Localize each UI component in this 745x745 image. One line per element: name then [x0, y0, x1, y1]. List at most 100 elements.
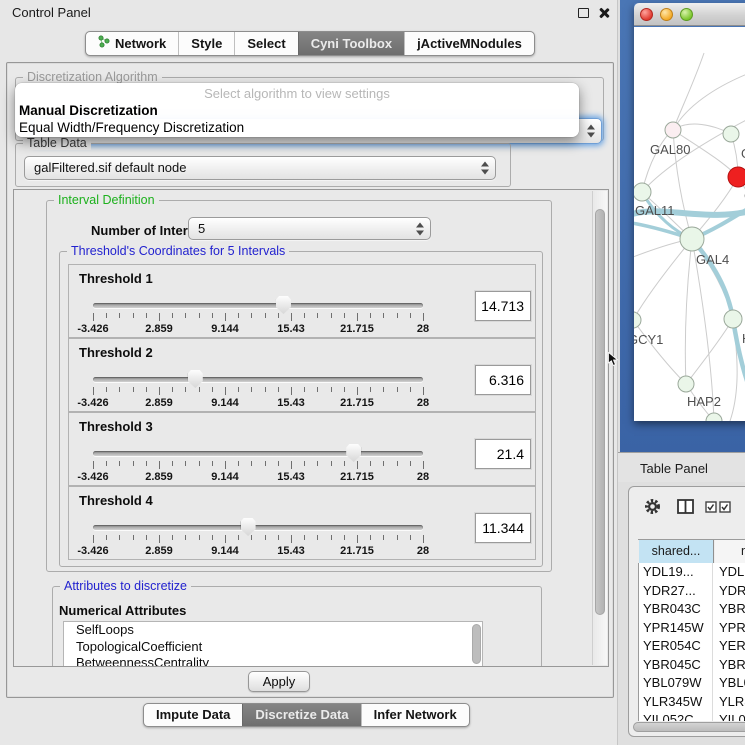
panel-title: Control Panel: [12, 5, 91, 20]
slider-thumb[interactable]: [188, 370, 203, 388]
apply-button[interactable]: Apply: [248, 671, 310, 692]
slider-tick: [251, 535, 252, 540]
window-minimize-button[interactable]: [660, 8, 673, 21]
num-intervals-combobox[interactable]: 5: [188, 217, 431, 240]
cell-shared-name: YER054C: [643, 637, 713, 656]
network-node-gal80[interactable]: [665, 122, 681, 138]
algorithm-option-equal-width-frequency-discretization[interactable]: Equal Width/Frequency Discretization: [18, 119, 576, 136]
cell-shared-name: YDR27...: [643, 582, 713, 601]
tab-network[interactable]: Network: [86, 32, 178, 55]
combo-arrows-icon: [481, 162, 489, 175]
threshold-value-field[interactable]: 21.4: [475, 439, 531, 469]
gear-icon[interactable]: [643, 497, 662, 516]
column-header-shared-name[interactable]: shared...: [639, 540, 714, 564]
network-node-h[interactable]: [724, 310, 742, 328]
slider-tick-label: 15.43: [265, 397, 317, 409]
split-columns-icon[interactable]: [677, 499, 694, 514]
table-row[interactable]: YBR043CYBR0: [639, 600, 745, 619]
attribute-item-selfloops[interactable]: SelfLoops: [64, 622, 482, 639]
table-row[interactable]: YPR145WYPR1: [639, 619, 745, 638]
settings-scrollbar-thumb[interactable]: [595, 209, 605, 615]
network-node-gal11[interactable]: [634, 183, 651, 201]
cell-shared-name: YIL052C: [643, 711, 713, 721]
column-header-name[interactable]: n: [715, 540, 745, 564]
window-close-button[interactable]: [640, 8, 653, 21]
threshold-value-field[interactable]: 11.344: [475, 513, 531, 543]
slider-tick-label: 2.859: [133, 323, 185, 335]
slider-track[interactable]: [93, 303, 423, 308]
slider-tick: [397, 313, 398, 318]
slider-tick: [423, 461, 424, 469]
window-zoom-button[interactable]: [680, 8, 693, 21]
threshold-slider-3[interactable]: -3.4262.8599.14415.4321.71528: [93, 413, 423, 487]
table-hscrollbar[interactable]: [633, 721, 745, 733]
algorithm-option-manual-discretization[interactable]: Manual Discretization: [18, 102, 576, 119]
attribute-item-topologicalcoefficient[interactable]: TopologicalCoefficient: [64, 639, 482, 656]
slider-tick: [199, 313, 200, 318]
slider-thumb[interactable]: [276, 296, 291, 314]
table-data-group: Table Data galFiltered.sif default node: [15, 143, 511, 187]
slider-thumb[interactable]: [346, 444, 361, 462]
table-panel-title: Table Panel: [640, 461, 708, 476]
float-panel-icon[interactable]: [578, 8, 589, 18]
slider-track[interactable]: [93, 377, 423, 382]
threshold-slider-4[interactable]: -3.4262.8599.14415.4321.71528: [93, 487, 423, 561]
network-node-gal4[interactable]: [680, 227, 704, 251]
node-label: GAL4: [696, 252, 729, 267]
network-canvas[interactable]: GAL80GACGAL11GAL4GCY1HHAP2: [634, 27, 745, 421]
slider-tick: [291, 461, 292, 469]
slider-tick: [357, 313, 358, 321]
table-row[interactable]: YIL052CYIL0: [639, 711, 745, 721]
slider-tick: [410, 313, 411, 318]
mode-tab-discretize-data[interactable]: Discretize Data: [242, 704, 360, 726]
network-thick-edges: [634, 192, 745, 399]
table-row[interactable]: YDL19...YDL1: [639, 563, 745, 582]
close-panel-icon[interactable]: [598, 7, 610, 19]
threshold-value-field[interactable]: 14.713: [475, 291, 531, 321]
threshold-value-field[interactable]: 6.316: [475, 365, 531, 395]
numerical-attributes-list[interactable]: SelfLoopsTopologicalCoefficientBetweenne…: [63, 621, 483, 667]
table-row[interactable]: YBR045CYBR0: [639, 656, 745, 675]
tab-cyni-toolbox[interactable]: Cyni Toolbox: [298, 32, 404, 55]
mode-tab-infer-network[interactable]: Infer Network: [361, 704, 469, 726]
mode-tab-impute-data[interactable]: Impute Data: [144, 704, 242, 726]
tab-jactivemnodules[interactable]: jActiveMNodules: [404, 32, 534, 55]
network-node-hap2[interactable]: [678, 376, 694, 392]
control-panel-titlebar: Control Panel: [0, 0, 617, 24]
slider-tick-label: 9.144: [199, 397, 251, 409]
slider-tick: [119, 535, 120, 540]
network-window: GAL80GACGAL11GAL4GCY1HHAP2: [634, 3, 745, 420]
slider-tick-label: -3.426: [67, 471, 119, 483]
slider-tick-label: 15.43: [265, 471, 317, 483]
slider-track[interactable]: [93, 525, 423, 530]
slider-tick-label: 9.144: [199, 323, 251, 335]
list-scrollbar-thumb[interactable]: [472, 624, 481, 664]
slider-tick: [317, 461, 318, 466]
table-panel: shared... n YDL19...YDL1YDR27...YDR2YBR0…: [628, 486, 745, 737]
slider-track[interactable]: [93, 451, 423, 456]
tab-style[interactable]: Style: [178, 32, 234, 55]
table-data-combobox[interactable]: galFiltered.sif default node: [24, 156, 496, 180]
network-node-gcy1[interactable]: [634, 312, 641, 328]
group-title: Discretization Algorithm: [23, 70, 162, 84]
table-row[interactable]: YDR27...YDR2: [639, 582, 745, 601]
table-hscrollbar-thumb[interactable]: [633, 722, 745, 732]
threshold-slider-2[interactable]: -3.4262.8599.14415.4321.71528: [93, 339, 423, 413]
network-node-ga[interactable]: [723, 126, 739, 142]
attribute-item-betweennesscentrality[interactable]: BetweennessCentrality: [64, 655, 482, 667]
table-row[interactable]: YBL079WYBL0: [639, 674, 745, 693]
settings-scrollbar[interactable]: [592, 191, 607, 665]
network-node-c[interactable]: [728, 167, 745, 187]
slider-tick: [265, 535, 266, 540]
slider-tick: [278, 387, 279, 392]
table-row[interactable]: YER054CYER0: [639, 637, 745, 656]
select-columns-icon[interactable]: [705, 501, 731, 513]
table-row[interactable]: YLR345WYLR3: [639, 693, 745, 712]
threshold-slider-1[interactable]: -3.4262.8599.14415.4321.71528: [93, 265, 423, 339]
network-window-titlebar[interactable]: [634, 3, 745, 26]
interval-definition-group: Interval Definition Number of Intervals …: [46, 200, 552, 572]
tab-select[interactable]: Select: [234, 32, 297, 55]
slider-thumb[interactable]: [241, 518, 256, 536]
slider-tick-label: -3.426: [67, 397, 119, 409]
slider-tick-label: 28: [397, 471, 449, 483]
